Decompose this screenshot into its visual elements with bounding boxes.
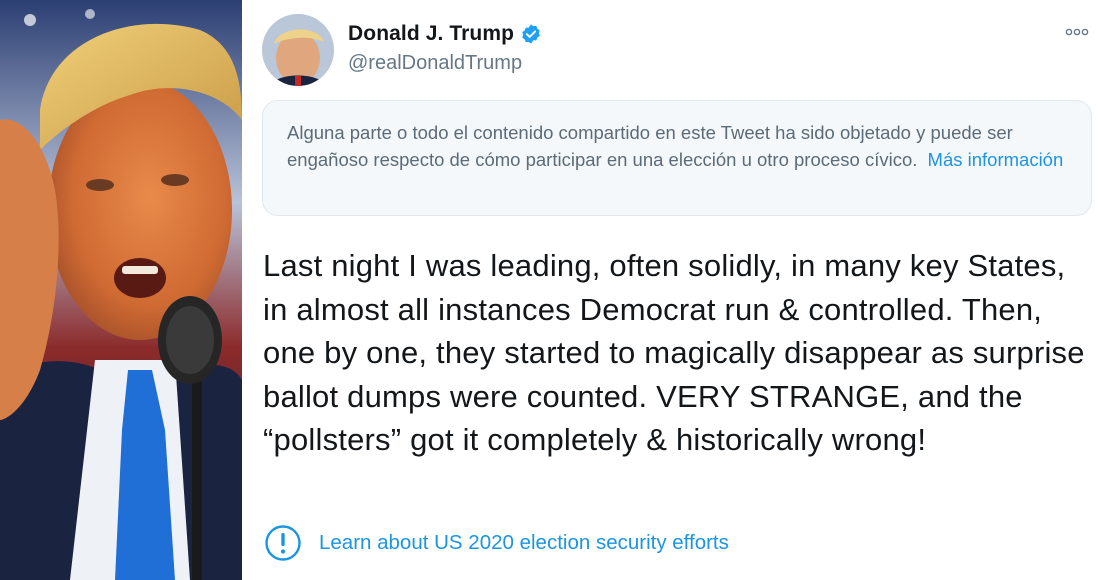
avatar-image <box>262 14 334 86</box>
verified-badge-icon <box>520 23 542 45</box>
exclamation-circle-icon <box>264 524 302 562</box>
display-name[interactable]: Donald J. Trump <box>348 22 514 46</box>
more-info-link[interactable]: Más información <box>928 149 1064 170</box>
user-handle[interactable]: @realDonaldTrump <box>348 52 522 75</box>
election-security-label: Learn about US 2020 election security ef… <box>319 531 729 554</box>
election-security-link[interactable]: Learn about US 2020 election security ef… <box>264 524 729 562</box>
notice-text: Alguna parte o todo el contenido compart… <box>287 122 1013 170</box>
disputed-content-notice: Alguna parte o todo el contenido compart… <box>262 100 1092 216</box>
more-options-icon[interactable] <box>1064 24 1090 40</box>
tweet-text: Last night I was leading, often solidly,… <box>263 248 1085 457</box>
portrait-illustration <box>0 0 242 580</box>
tweet-card: Donald J. Trump @realDonaldTrump Alguna … <box>242 0 1100 580</box>
author-row: Donald J. Trump <box>348 22 542 46</box>
avatar[interactable] <box>262 14 334 86</box>
portrait-photo <box>0 0 242 580</box>
